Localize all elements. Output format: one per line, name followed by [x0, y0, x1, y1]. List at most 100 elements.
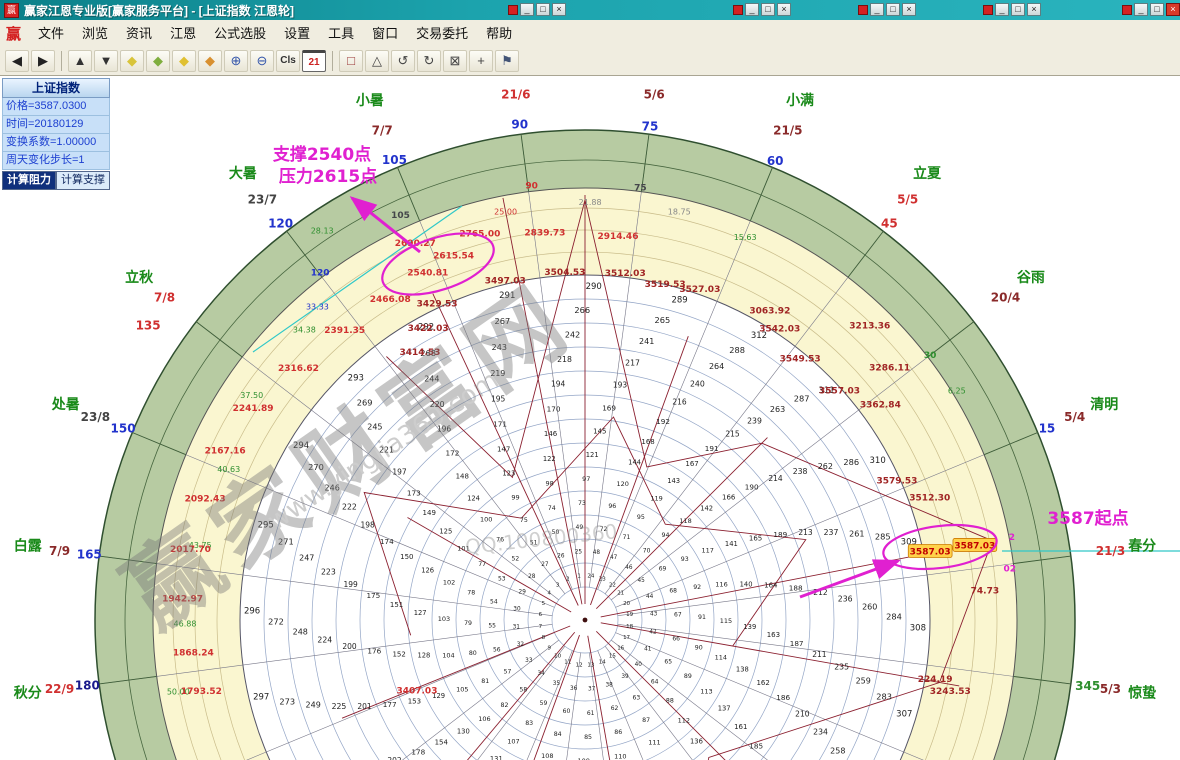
svg-text:261: 261 — [849, 529, 864, 538]
svg-text:94: 94 — [662, 532, 670, 539]
box-x-tool-icon[interactable]: ⊠ — [443, 50, 467, 72]
svg-text:7/9: 7/9 — [49, 544, 70, 558]
svg-text:201: 201 — [357, 702, 372, 711]
menu-item-交易委托[interactable]: 交易委托 — [407, 23, 477, 44]
svg-text:79: 79 — [464, 620, 472, 627]
minimize-button[interactable]: _ — [1134, 3, 1148, 16]
calc-support-button[interactable]: 计算支撑 — [56, 171, 110, 190]
menu-item-公式选股[interactable]: 公式选股 — [205, 23, 275, 44]
svg-text:187: 187 — [790, 639, 804, 648]
svg-text:清明: 清明 — [1090, 396, 1118, 413]
svg-text:263: 263 — [770, 405, 785, 414]
chart-area[interactable]: 1234567891011121314151617181920212223242… — [0, 76, 1180, 760]
svg-text:296: 296 — [244, 606, 260, 616]
svg-text:149: 149 — [423, 509, 436, 517]
calc-resistance-button[interactable]: 计算阻力 — [2, 171, 56, 190]
crosshair-tool-icon[interactable]: + — [469, 50, 493, 72]
triangle-tool-icon[interactable]: △ — [365, 50, 389, 72]
svg-text:188: 188 — [789, 584, 803, 593]
svg-text:54: 54 — [490, 598, 498, 605]
svg-text:177: 177 — [383, 700, 397, 709]
menu-item-帮助[interactable]: 帮助 — [477, 23, 521, 44]
menu-item-设置[interactable]: 设置 — [275, 23, 319, 44]
menu-item-资讯[interactable]: 资讯 — [117, 23, 161, 44]
svg-text:10: 10 — [554, 654, 561, 660]
svg-text:91: 91 — [698, 614, 706, 621]
close-button[interactable]: × — [902, 3, 916, 16]
svg-text:119: 119 — [650, 495, 662, 503]
rotate-right-tool-icon[interactable]: ↻ — [417, 50, 441, 72]
forward-icon[interactable]: ▶ — [31, 50, 55, 72]
restore-button[interactable]: □ — [886, 3, 900, 16]
minimize-button[interactable]: _ — [520, 3, 534, 16]
flag-tool-icon[interactable]: ⚑ — [495, 50, 519, 72]
svg-text:284: 284 — [886, 611, 902, 621]
back-icon[interactable]: ◀ — [5, 50, 29, 72]
svg-text:137: 137 — [718, 705, 731, 713]
svg-text:283: 283 — [876, 691, 892, 701]
svg-text:103: 103 — [438, 615, 450, 623]
svg-text:146: 146 — [544, 430, 558, 438]
diamond-green-icon[interactable]: ◆ — [146, 50, 170, 72]
zoom-out-icon[interactable]: ⊖ — [250, 50, 274, 72]
close-button[interactable]: × — [1166, 3, 1180, 16]
menu-item-文件[interactable]: 文件 — [29, 23, 73, 44]
draw-down-tool-icon[interactable]: ▼ — [94, 50, 118, 72]
svg-text:167: 167 — [685, 460, 698, 468]
svg-text:90: 90 — [525, 181, 538, 191]
close-button[interactable]: × — [552, 3, 566, 16]
restore-button[interactable]: □ — [1150, 3, 1164, 16]
panel-row-0: 价格=3587.0300 — [2, 98, 110, 116]
svg-text:266: 266 — [574, 305, 590, 315]
svg-text:34.38: 34.38 — [293, 325, 316, 334]
rect-tool-icon[interactable]: □ — [339, 50, 363, 72]
draw-up-tool-icon[interactable]: ▲ — [68, 50, 92, 72]
svg-text:15: 15 — [1039, 422, 1056, 436]
svg-text:40: 40 — [635, 662, 643, 668]
cls-icon[interactable]: Cls — [276, 50, 300, 72]
svg-text:176: 176 — [367, 646, 381, 655]
menu-item-窗口[interactable]: 窗口 — [363, 23, 407, 44]
minimize-button[interactable]: _ — [745, 3, 759, 16]
zoom-in-icon[interactable]: ⊕ — [224, 50, 248, 72]
menu-item-江恩[interactable]: 江恩 — [161, 23, 205, 44]
doc-icon — [1122, 5, 1132, 15]
svg-text:259: 259 — [856, 677, 871, 686]
restore-button[interactable]: □ — [1011, 3, 1025, 16]
svg-text:116: 116 — [715, 581, 727, 589]
svg-text:70: 70 — [643, 547, 651, 554]
svg-text:1793.52: 1793.52 — [181, 687, 222, 697]
diamond-orange-icon[interactable]: ◆ — [198, 50, 222, 72]
svg-text:3213.36: 3213.36 — [849, 322, 890, 332]
svg-text:46: 46 — [625, 565, 633, 571]
svg-text:24: 24 — [587, 573, 594, 579]
svg-text:120: 120 — [268, 216, 293, 230]
svg-text:2167.16: 2167.16 — [205, 446, 246, 456]
svg-text:273: 273 — [279, 697, 295, 707]
titlebar-cluster-1: _□× — [733, 3, 791, 16]
restore-button[interactable]: □ — [536, 3, 550, 16]
menu-item-工具[interactable]: 工具 — [319, 23, 363, 44]
svg-text:171: 171 — [493, 420, 507, 429]
minimize-button[interactable]: _ — [995, 3, 1009, 16]
gann-wheel-chart[interactable]: 1234567891011121314151617181920212223242… — [0, 76, 1180, 760]
diamond-yellow-2-icon[interactable]: ◆ — [172, 50, 196, 72]
svg-text:43: 43 — [650, 611, 658, 617]
rotate-left-tool-icon[interactable]: ↺ — [391, 50, 415, 72]
svg-text:32: 32 — [517, 642, 525, 648]
menu-item-浏览[interactable]: 浏览 — [73, 23, 117, 44]
minimize-button[interactable]: _ — [870, 3, 884, 16]
calendar-21-icon[interactable]: 21 — [302, 50, 326, 72]
svg-text:2466.08: 2466.08 — [370, 295, 411, 305]
svg-text:26: 26 — [557, 553, 565, 559]
svg-text:15: 15 — [609, 654, 616, 660]
close-button[interactable]: × — [1027, 3, 1041, 16]
restore-button[interactable]: □ — [761, 3, 775, 16]
svg-text:21: 21 — [617, 591, 624, 597]
close-button[interactable]: × — [777, 3, 791, 16]
svg-text:198: 198 — [360, 520, 375, 529]
svg-text:105: 105 — [382, 153, 407, 167]
diamond-yellow-1-icon[interactable]: ◆ — [120, 50, 144, 72]
svg-text:5: 5 — [542, 601, 546, 607]
svg-text:75: 75 — [634, 184, 647, 194]
